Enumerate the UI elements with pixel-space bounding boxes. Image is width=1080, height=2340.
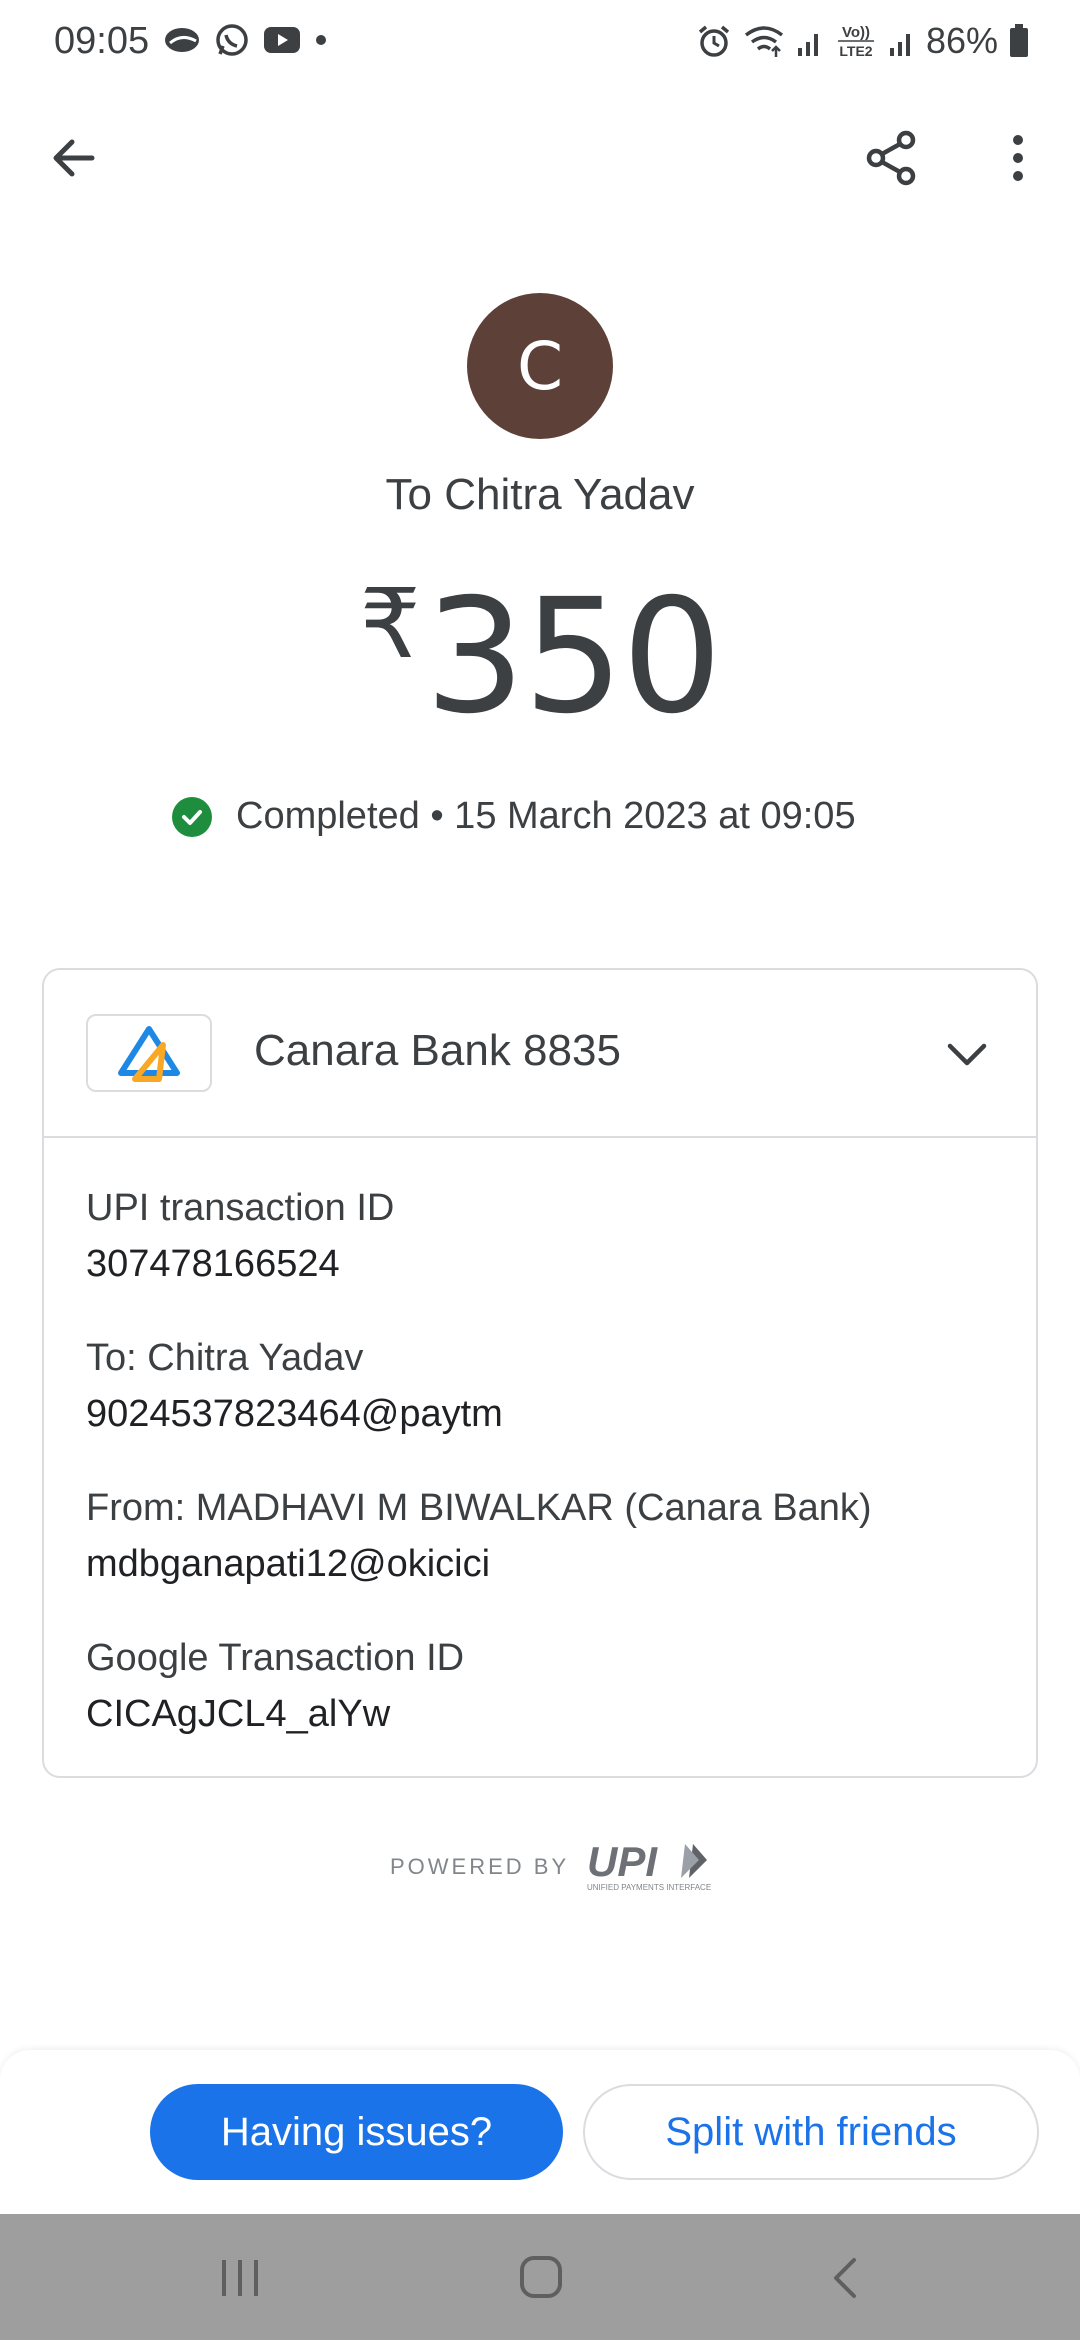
split-with-friends-button[interactable]: Split with friends — [583, 2084, 1039, 2180]
amount-value: 350 — [424, 565, 723, 749]
volte-icon: Vo)) LTE2 — [837, 24, 874, 59]
detail-value: 9024537823464@paytm — [86, 1393, 503, 1435]
recents-icon[interactable] — [218, 2258, 262, 2298]
recipient-name: To Chitra Yadav — [385, 470, 695, 519]
svg-text:UPI: UPI — [587, 1840, 658, 1885]
bank-account-row[interactable]: Canara Bank 8835 — [44, 970, 1036, 1138]
wifi-icon — [744, 26, 784, 57]
more-vert-icon — [1013, 135, 1023, 181]
back-arrow-icon — [53, 139, 95, 177]
to-details: To: Chitra Yadav 9024537823464@paytm — [86, 1330, 503, 1442]
youtube-icon — [264, 27, 300, 53]
detail-value: CICAgJCL4_alYw — [86, 1693, 391, 1735]
upi-transaction-id: UPI transaction ID 307478166524 — [86, 1180, 394, 1292]
canara-bank-logo — [86, 1014, 212, 1092]
transaction-details-card: Canara Bank 8835 UPI transaction ID 3074… — [42, 968, 1038, 1778]
whatsapp-icon — [216, 24, 248, 56]
currency-symbol: ₹ — [359, 571, 421, 678]
recipient-avatar: C — [467, 293, 613, 439]
app-icon — [165, 28, 199, 52]
from-details: From: MADHAVI M BIWALKAR (Canara Bank) m… — [86, 1480, 872, 1592]
more-options-button[interactable] — [1000, 128, 1036, 188]
notification-icons — [162, 22, 328, 58]
alarm-icon — [698, 25, 730, 57]
detail-label: UPI transaction ID — [86, 1187, 395, 1229]
share-icon — [866, 130, 916, 186]
chevron-down-icon[interactable] — [942, 1030, 992, 1080]
bank-name: Canara Bank 8835 — [254, 1026, 621, 1075]
status-bar: 09:05 Vo)) LTE2 86% — [0, 0, 1080, 84]
battery-percent: 86% — [925, 20, 998, 61]
back-button[interactable] — [44, 128, 104, 188]
system-nav-bar — [0, 2214, 1080, 2340]
svg-text:LTE2: LTE2 — [839, 43, 872, 59]
home-icon[interactable] — [518, 2254, 564, 2300]
detail-value: mdbganapati12@okicici — [86, 1543, 491, 1585]
check-circle-icon — [172, 796, 212, 837]
status-right: Vo)) LTE2 86% — [696, 20, 1030, 62]
back-icon[interactable] — [830, 2256, 860, 2300]
detail-label: Google Transaction ID — [86, 1637, 465, 1679]
payment-status: Completed • 15 March 2023 at 09:05 — [172, 795, 856, 838]
dot-icon — [316, 35, 326, 45]
detail-label: From: MADHAVI M BIWALKAR (Canara Bank) — [86, 1487, 872, 1529]
upi-logo: UPI UNIFIED PAYMENTS INTERFACE — [587, 1840, 711, 1892]
payment-amount: ₹350 — [0, 565, 1080, 749]
detail-label: To: Chitra Yadav — [86, 1337, 364, 1379]
google-transaction-id: Google Transaction ID CICAgJCL4_alYw — [86, 1630, 464, 1742]
signal-icon — [797, 34, 818, 56]
share-button[interactable] — [862, 128, 922, 188]
app-bar — [0, 110, 1080, 200]
powered-by-upi: POWERED BY UPI UNIFIED PAYMENTS INTERFAC… — [390, 1840, 715, 1894]
svg-text:UNIFIED PAYMENTS INTERFACE: UNIFIED PAYMENTS INTERFACE — [587, 1883, 711, 1892]
having-issues-button[interactable]: Having issues? — [150, 2084, 563, 2180]
status-text: Completed • 15 March 2023 at 09:05 — [236, 795, 856, 837]
battery-icon — [1010, 24, 1028, 57]
detail-value: 307478166524 — [86, 1243, 340, 1285]
status-time: 09:05 — [54, 20, 150, 62]
powered-by-text: POWERED BY — [390, 1854, 570, 1879]
svg-text:Vo)): Vo)) — [842, 24, 870, 41]
signal-icon — [889, 34, 910, 56]
